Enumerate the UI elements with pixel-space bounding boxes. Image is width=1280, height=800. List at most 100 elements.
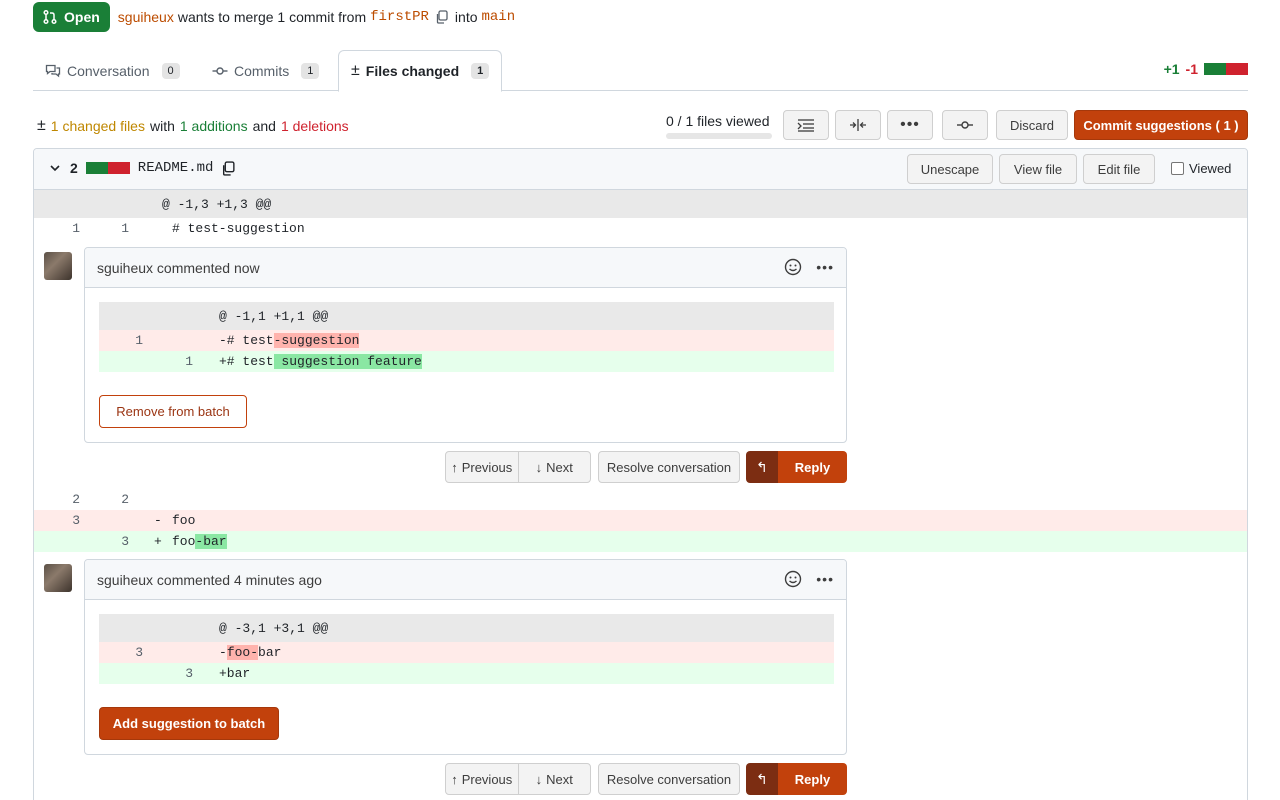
commit-suggestions-button[interactable]: Commit suggestions ( 1 )	[1074, 110, 1248, 140]
old-line-number: 2	[72, 492, 80, 507]
resolve-conversation-button[interactable]: Resolve conversation	[598, 451, 740, 483]
old-line-number: 1	[72, 221, 80, 236]
copy-branch-icon[interactable]	[435, 10, 449, 24]
tab-files-changed[interactable]: ± Files changed 1	[338, 50, 503, 92]
add-suggestion-to-batch-button[interactable]: Add suggestion to batch	[99, 707, 279, 740]
del-text-rest: bar	[258, 645, 282, 660]
toggle-file-tree-button[interactable]	[783, 110, 829, 140]
chevron-down-icon[interactable]	[48, 161, 62, 175]
del-text: -# test	[219, 333, 274, 348]
diff-summary: ± 1 changed files with 1 additions and 1…	[37, 117, 349, 135]
tab-conversation-count: 0	[161, 62, 180, 79]
pr-author-link[interactable]: sguiheux	[118, 9, 174, 25]
discard-button[interactable]: Discard	[996, 110, 1068, 140]
hunk-header-text: @ -1,3 +1,3 @@	[162, 196, 272, 212]
file-header: 2 README.md Unescape View file Edit file…	[34, 149, 1247, 190]
pr-summary: sguiheux wants to merge 1 commit from fi…	[118, 9, 515, 25]
split-view-button[interactable]	[835, 110, 881, 140]
pr-summary-text: wants to merge 1 commit from	[177, 9, 367, 25]
diff-row: 1 1 # test-suggestion	[34, 218, 1247, 239]
new-line-number: 3	[185, 666, 193, 681]
previous-label: Previous	[461, 459, 513, 475]
reply-label: Reply	[778, 451, 847, 483]
suggestion-diff: @ -1,1 +1,1 @@ 1 -# test-suggestion 1 +#…	[99, 302, 834, 372]
pr-summary-into: into	[454, 9, 478, 25]
reply-label: Reply	[778, 763, 847, 795]
summary-and: and	[252, 118, 276, 134]
previous-button[interactable]: ↑ Previous	[446, 764, 518, 794]
arrow-down-icon: ↓	[535, 459, 543, 475]
reply-icon: ↰	[746, 763, 778, 795]
file-diffstat-bar	[85, 162, 130, 174]
suggestion-hunk-header: @ -1,1 +1,1 @@	[99, 302, 834, 330]
previous-button[interactable]: ↑ Previous	[446, 452, 518, 482]
code-line: foo	[172, 513, 196, 528]
edit-file-button[interactable]: Edit file	[1083, 154, 1155, 184]
unescape-button[interactable]: Unescape	[907, 154, 993, 184]
suggestion-hunk-text: @ -3,1 +3,1 @@	[219, 620, 329, 636]
tab-files-changed-count: 1	[471, 63, 490, 79]
diff-row: 2 2	[34, 489, 1247, 510]
smiley-icon[interactable]	[784, 570, 802, 588]
kebab-horizontal-icon[interactable]: •••	[816, 259, 834, 275]
additions-count: 1 additions	[179, 118, 248, 134]
reply-button[interactable]: ↰ Reply	[746, 451, 847, 483]
view-file-button[interactable]: View file	[999, 154, 1077, 184]
smiley-icon[interactable]	[784, 258, 802, 276]
files-viewed-bar	[666, 133, 772, 139]
files-viewed-progress: 0 / 1 files viewed	[666, 113, 772, 139]
diff-toolbar: ± 1 changed files with 1 additions and 1…	[33, 110, 1248, 140]
suggestion-hunk-header: @ -3,1 +3,1 @@	[99, 614, 834, 642]
comment-header: sguiheux commented now •••	[85, 248, 846, 288]
git-commit-icon	[212, 66, 228, 75]
commit-select-button[interactable]	[942, 110, 988, 140]
diffstat-deletions: -1	[1185, 61, 1198, 77]
code-line: # test-suggestion	[172, 221, 305, 236]
comment-discussion-icon	[45, 64, 61, 77]
reply-icon: ↰	[746, 451, 778, 483]
add-highlight: suggestion feature	[273, 354, 422, 369]
file-diff-box: 2 README.md Unescape View file Edit file…	[33, 148, 1248, 800]
avatar[interactable]	[44, 252, 72, 280]
base-branch[interactable]: main	[482, 9, 516, 25]
diff-plus-minus-icon: ±	[351, 62, 360, 79]
tab-commits-label: Commits	[234, 62, 290, 79]
comment-actions: •••	[784, 570, 834, 588]
kebab-horizontal-icon: •••	[900, 116, 920, 133]
add-highlight: -bar	[195, 534, 227, 549]
next-button[interactable]: ↓ Next	[517, 764, 591, 794]
arrow-up-icon: ↑	[451, 459, 458, 475]
resolve-conversation-button[interactable]: Resolve conversation	[598, 763, 740, 795]
viewed-checkbox[interactable]	[1171, 162, 1184, 175]
tab-commits[interactable]: Commits 1	[200, 50, 331, 91]
avatar[interactable]	[44, 564, 72, 592]
file-name[interactable]: README.md	[138, 160, 214, 176]
new-line-number: 3	[121, 534, 129, 549]
suggestion-diff: @ -3,1 +3,1 @@ 3 -foo-bar 3 +bar	[99, 614, 834, 684]
tab-conversation[interactable]: Conversation 0	[33, 50, 192, 91]
tab-conversation-label: Conversation	[67, 62, 150, 79]
comment-actions: •••	[784, 258, 834, 276]
remove-from-batch-button[interactable]: Remove from batch	[99, 395, 247, 428]
thread-actions: ↑ Previous ↓ Next Resolve conversation ↰ R…	[445, 451, 847, 483]
copy-path-icon[interactable]	[221, 160, 236, 176]
viewed-toggle[interactable]: Viewed	[1171, 161, 1231, 176]
new-line-number: 2	[121, 492, 129, 507]
kebab-horizontal-icon[interactable]: •••	[816, 571, 834, 587]
next-button[interactable]: ↓ Next	[517, 452, 591, 482]
old-line-number: 3	[135, 645, 143, 660]
arrow-down-icon: ↓	[535, 771, 543, 787]
pr-state-label: Open	[64, 9, 100, 25]
comment-header-text: sguiheux commented 4 minutes ago	[97, 571, 322, 588]
del-highlight: foo-	[226, 645, 259, 660]
tab-files-changed-label: Files changed	[365, 63, 460, 79]
next-label: Next	[546, 771, 573, 787]
diff-row-addition: 3 + foo-bar	[34, 531, 1247, 552]
reply-button[interactable]: ↰ Reply	[746, 763, 847, 795]
more-options-button[interactable]: •••	[887, 110, 933, 140]
head-branch[interactable]: firstPR	[370, 9, 429, 25]
diffstat-additions: +1	[1163, 61, 1180, 77]
review-comment: sguiheux commented 4 minutes ago ••• @ -…	[84, 559, 847, 755]
changed-files-count: 1 changed files	[50, 118, 145, 134]
comment-header-text: sguiheux commented now	[97, 259, 260, 276]
